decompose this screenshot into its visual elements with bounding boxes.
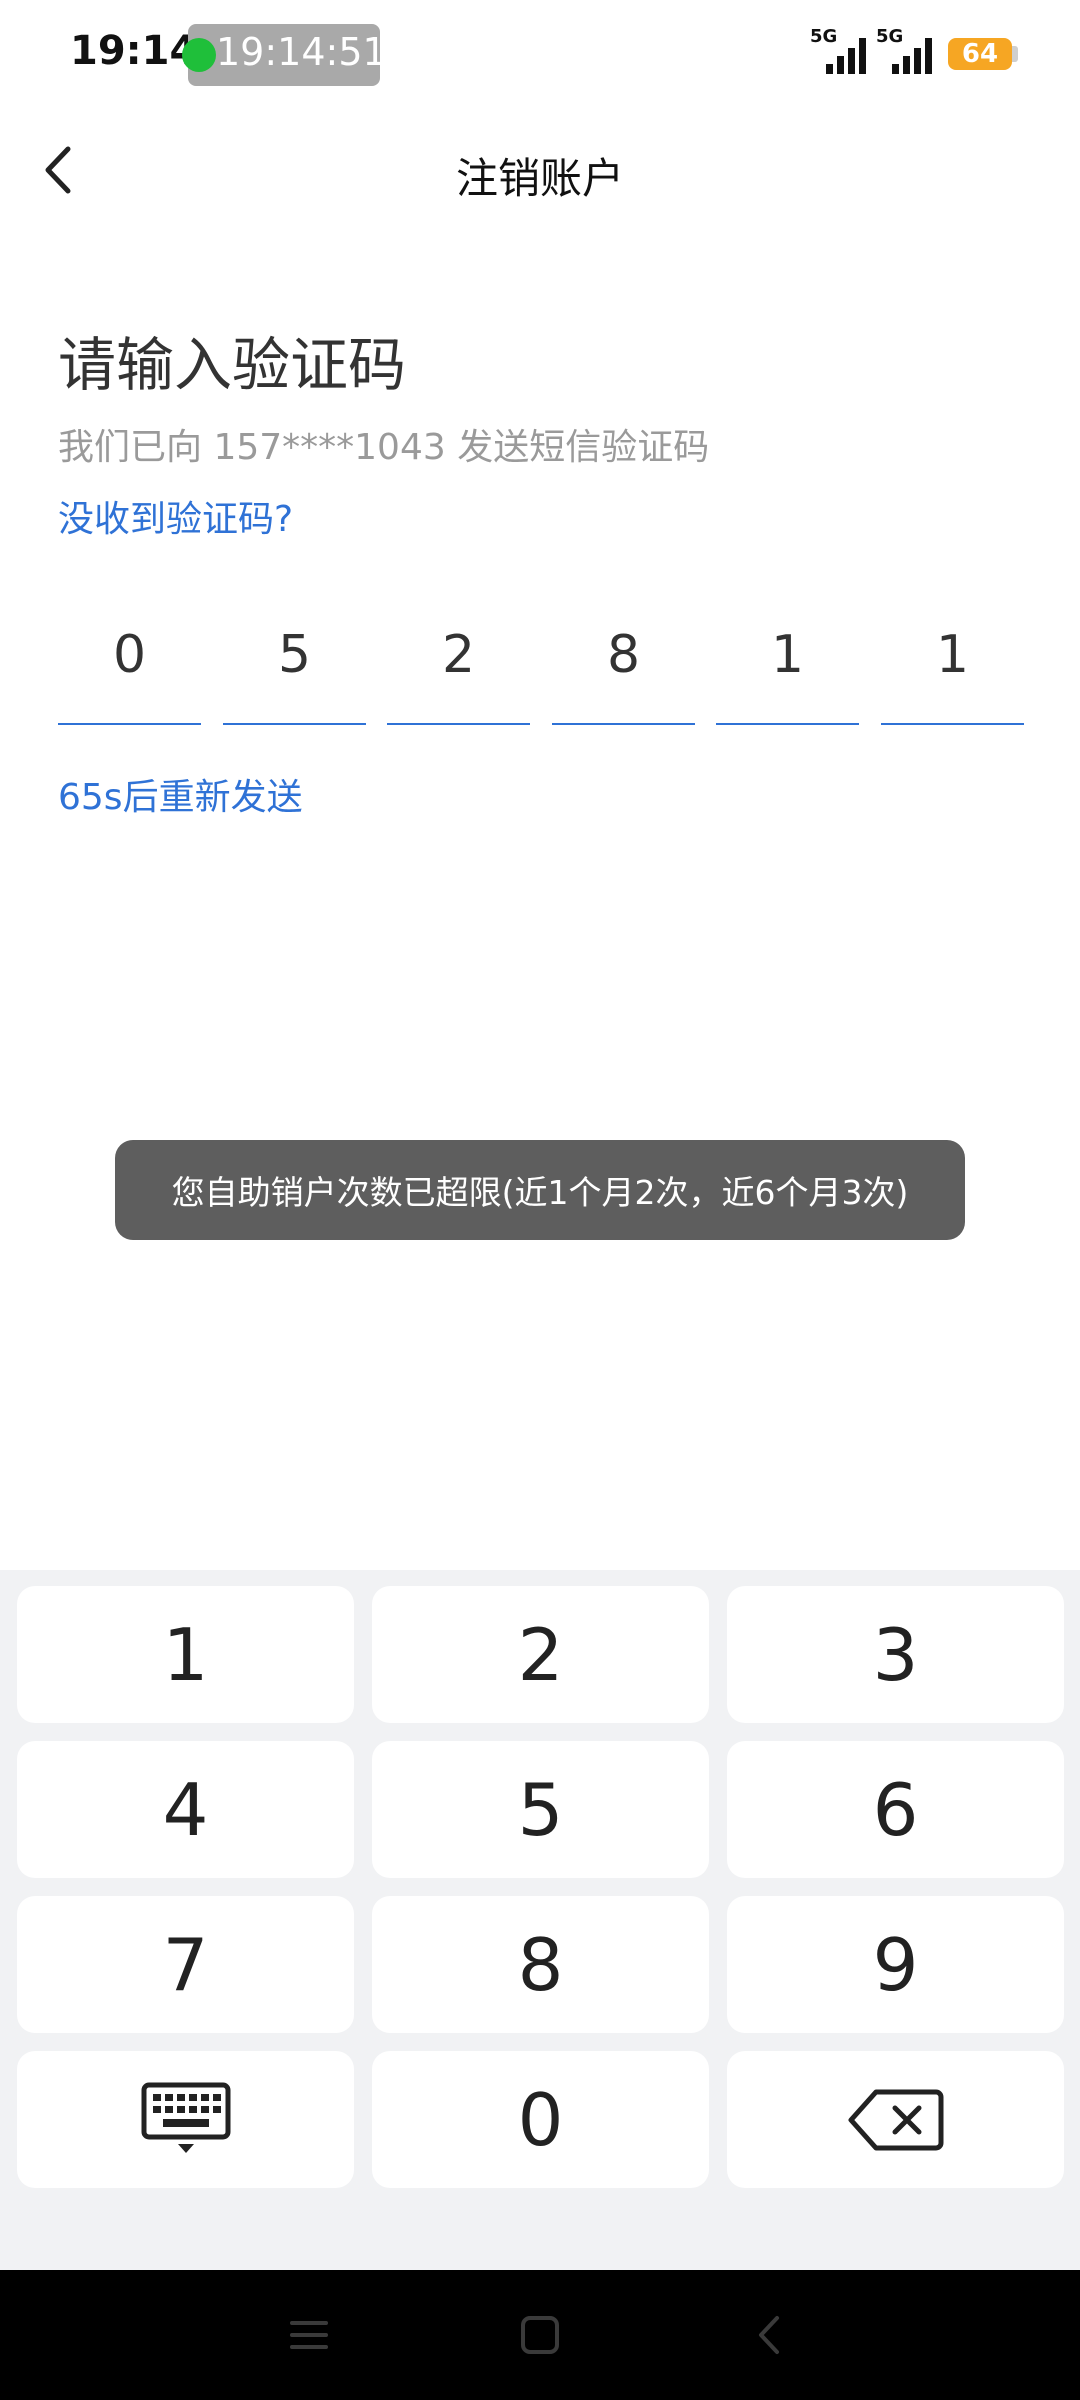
otp-digit-box[interactable]: 8 <box>552 610 695 725</box>
toast-message: 您自助销户次数已超限(近1个月2次，近6个月3次) <box>115 1140 965 1240</box>
menu-icon[interactable] <box>284 2310 334 2360</box>
otp-digit-box[interactable]: 0 <box>58 610 201 725</box>
message-icon <box>182 38 216 72</box>
key-label: 8 <box>517 1922 564 2007</box>
main-heading: 请输入验证码 <box>58 331 407 399</box>
key-3[interactable]: 3 <box>727 1586 1064 1723</box>
back-nav-icon[interactable] <box>745 2310 795 2360</box>
otp-digit: 0 <box>112 625 147 685</box>
otp-digit: 2 <box>441 625 476 685</box>
battery-cap <box>1012 46 1018 62</box>
status-bar: 19:14 19:14:51 5G 5G 64 <box>0 0 1080 110</box>
key-label: 0 <box>517 2077 564 2162</box>
backspace-button[interactable] <box>727 2051 1064 2188</box>
key-label: 2 <box>517 1612 564 1697</box>
key-label: 3 <box>872 1612 919 1697</box>
otp-digit-box[interactable]: 1 <box>881 610 1024 725</box>
otp-digit-box[interactable]: 2 <box>387 610 530 725</box>
otp-digit-box[interactable]: 1 <box>716 610 859 725</box>
key-7[interactable]: 7 <box>17 1896 354 2033</box>
otp-digit: 1 <box>770 625 805 685</box>
otp-input-row[interactable]: 0 5 2 8 1 1 <box>58 610 1024 725</box>
resend-countdown: 65s后重新发送 <box>58 777 303 818</box>
status-time: 19:14 <box>70 28 198 74</box>
key-6[interactable]: 6 <box>727 1741 1064 1878</box>
hide-keyboard-button[interactable] <box>17 2051 354 2188</box>
signal-5g-label: 5G <box>810 26 837 47</box>
page-title: 注销账户 <box>455 154 624 203</box>
key-label: 5 <box>517 1767 564 1852</box>
sms-sent-hint: 我们已向 157****1043 发送短信验证码 <box>58 427 710 468</box>
key-label: 4 <box>162 1767 209 1852</box>
key-2[interactable]: 2 <box>372 1586 709 1723</box>
key-1[interactable]: 1 <box>17 1586 354 1723</box>
key-label: 9 <box>872 1922 919 2007</box>
keyboard-icon <box>141 2082 230 2153</box>
battery-level: 64 <box>961 39 999 69</box>
key-label: 7 <box>162 1922 209 2007</box>
otp-digit: 1 <box>935 625 970 685</box>
key-8[interactable]: 8 <box>372 1896 709 2033</box>
otp-digit: 5 <box>277 625 312 685</box>
key-label: 6 <box>872 1767 919 1852</box>
system-navigation-bar <box>0 2270 1080 2400</box>
key-label: 1 <box>162 1612 209 1697</box>
toast-text: 您自助销户次数已超限(近1个月2次，近6个月3次) <box>171 1173 909 1212</box>
numeric-keypad: 1 2 3 4 5 6 7 8 9 0 <box>0 1570 1080 2270</box>
key-5[interactable]: 5 <box>372 1741 709 1878</box>
no-code-received-link[interactable]: 没收到验证码? <box>58 490 293 542</box>
key-0[interactable]: 0 <box>372 2051 709 2188</box>
backspace-icon <box>848 2089 943 2150</box>
home-icon[interactable] <box>515 2310 565 2360</box>
signal-5g-label: 5G <box>876 26 903 47</box>
otp-digit-box[interactable]: 5 <box>223 610 366 725</box>
clock-chip-time: 19:14:51 <box>216 30 387 74</box>
otp-digit: 8 <box>606 625 641 685</box>
key-4[interactable]: 4 <box>17 1741 354 1878</box>
key-9[interactable]: 9 <box>727 1896 1064 2033</box>
